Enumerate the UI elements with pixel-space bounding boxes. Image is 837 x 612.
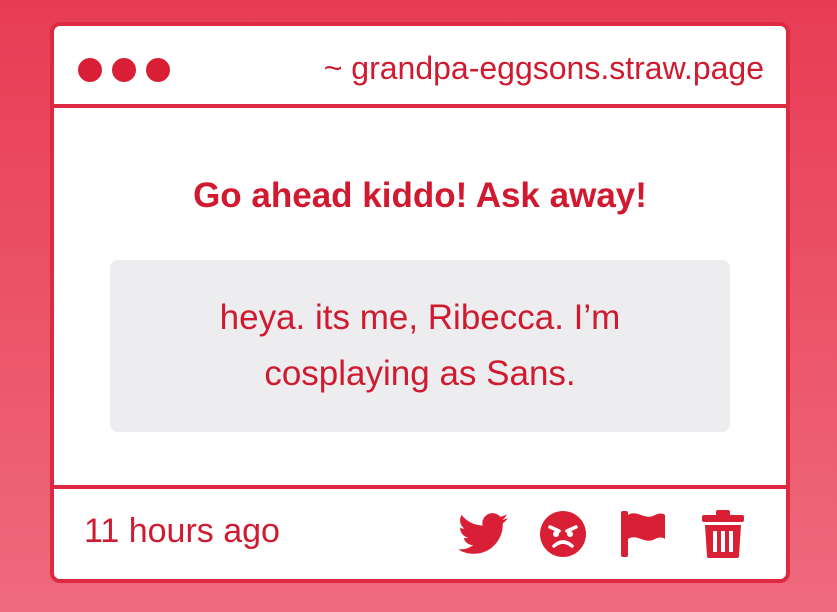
twitter-share-button[interactable] <box>458 509 508 559</box>
browser-window: ~ grandpa-eggsons.straw.page Go ahead ki… <box>50 22 790 583</box>
angry-react-button[interactable] <box>538 509 588 559</box>
question-text: heya. its me, Ribecca. I’m cosplaying as… <box>219 298 621 393</box>
main-content: Go ahead kiddo! Ask away! heya. its me, … <box>54 108 786 491</box>
twitter-icon <box>458 513 508 554</box>
page-title: Go ahead kiddo! Ask away! <box>193 176 647 215</box>
window-controls <box>78 58 170 82</box>
window-dot-minimize[interactable] <box>112 58 136 82</box>
window-dot-maximize[interactable] <box>146 58 170 82</box>
timestamp: 11 hours ago <box>84 512 280 550</box>
page-url: ~ grandpa-eggsons.straw.page <box>323 50 764 86</box>
title-bar: ~ grandpa-eggsons.straw.page <box>54 26 786 108</box>
report-button[interactable] <box>618 509 668 559</box>
flag-icon <box>621 511 665 557</box>
trash-icon <box>702 510 744 558</box>
window-dot-close[interactable] <box>78 58 102 82</box>
delete-button[interactable] <box>698 509 748 559</box>
action-bar <box>458 509 748 559</box>
footer-bar: 11 hours ago <box>54 485 786 579</box>
angry-face-icon <box>540 511 586 557</box>
question-box: heya. its me, Ribecca. I’m cosplaying as… <box>110 260 730 432</box>
